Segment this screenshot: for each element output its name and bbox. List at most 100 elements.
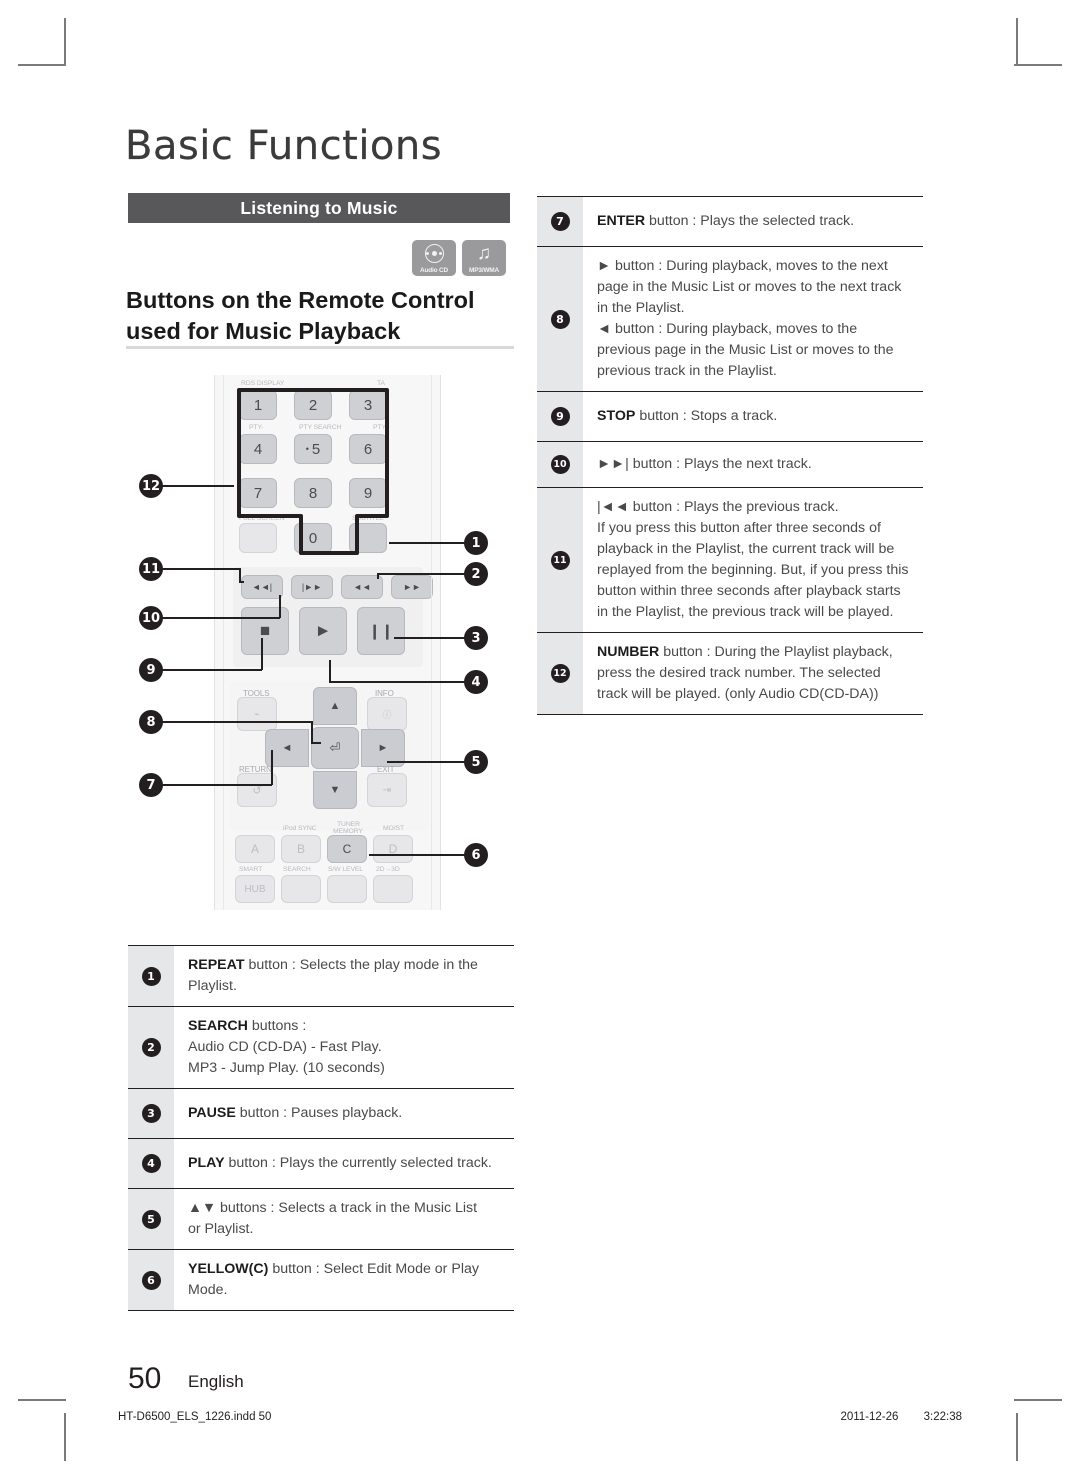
dpad-down-button[interactable]: ▼ (313, 771, 357, 809)
leader-1 (389, 542, 467, 544)
callout-12: 12 (139, 474, 163, 498)
number-group-outline (237, 388, 389, 555)
leader-9-v (261, 638, 263, 670)
page-title: Buttons on the Remote Control used for M… (126, 285, 516, 347)
dpad-up-button[interactable]: ▲ (313, 687, 357, 725)
table-row: 1 REPEAT button : Selects the play mode … (128, 945, 514, 1006)
leader-11 (162, 568, 240, 570)
remote-exit-button[interactable]: ⇥ (367, 773, 407, 807)
row-text: ►►| button : Plays the next track. (597, 456, 812, 472)
row-number: 3 (128, 1089, 174, 1138)
row-number: 2 (128, 1007, 174, 1088)
chapter-title: Basic Functions (125, 123, 443, 169)
remote-body: RDS DISPLAY TA PTY- PTY SEARCH PTY+ 1 2 … (214, 375, 441, 910)
row-text-bold: STOP (597, 408, 636, 424)
section-bar: Listening to Music (128, 193, 510, 223)
remote-hub-button[interactable]: HUB (235, 875, 275, 903)
page-title-line2: used for Music Playback (126, 318, 401, 344)
leader-8 (162, 721, 312, 723)
label-search: SEARCH (283, 866, 311, 873)
table-row: 2 SEARCH buttons : Audio CD (CD-DA) - Fa… (128, 1006, 514, 1088)
leader-3 (394, 637, 467, 639)
label-tuner-memory-2: MEMORY (333, 828, 363, 835)
label-ipod-sync: iPod SYNC (283, 825, 317, 832)
heading-divider (126, 346, 514, 349)
leader-11-b (239, 581, 244, 583)
table-row: 9 STOP button : Stops a track. (537, 391, 923, 441)
row-text-bold: YELLOW(C) (188, 1261, 269, 1277)
page-number: 50 (128, 1362, 162, 1395)
row-text: ► button : During playback, moves to the… (597, 258, 902, 379)
remote-tools-button[interactable]: ⌁ (237, 697, 277, 731)
remote-sw-level-button[interactable] (327, 875, 367, 903)
table-row: 5 ▲▼ buttons : Selects a track in the Mu… (128, 1188, 514, 1249)
crop-mark-top-right-h (1014, 64, 1062, 66)
callout-6: 6 (464, 843, 488, 867)
remote-control-diagram: RDS DISPLAY TA PTY- PTY SEARCH PTY+ 1 2 … (129, 370, 514, 915)
page-title-line1: Buttons on the Remote Control (126, 287, 475, 313)
footer-date: 2011-12-26 (840, 1411, 899, 1423)
crop-mark-bottom-left-h (18, 1399, 66, 1401)
remote-color-button-c[interactable]: C (327, 835, 367, 863)
crop-mark-top-right-v (1016, 18, 1018, 66)
footer-time: 3:22:38 (923, 1411, 962, 1423)
crop-mark-bottom-right-h (1014, 1399, 1062, 1401)
row-number: 8 (537, 247, 583, 391)
callout-9: 9 (139, 658, 163, 682)
row-text: |◄◄ button : Plays the previous track. I… (597, 499, 909, 620)
callout-4: 4 (464, 670, 488, 694)
row-text-bold: REPEAT (188, 957, 245, 973)
enter-icon: ⏎ (329, 740, 341, 755)
callout-8: 8 (139, 710, 163, 734)
badge-mp3-wma: ♫ MP3/WMA (462, 240, 506, 276)
leader-6 (369, 854, 467, 856)
music-note-icon: ♫ (476, 243, 492, 264)
row-number: 12 (537, 633, 583, 714)
leader-10-v (279, 595, 281, 618)
row-text: PAUSE button : Pauses playback. (188, 1105, 403, 1121)
row-text: STOP button : Stops a track. (597, 408, 778, 424)
label-tuner-memory-1: TUNER (337, 821, 360, 828)
leader-12 (162, 485, 234, 487)
row-text: REPEAT button : Selects the play mode in… (188, 957, 478, 994)
pause-icon: ❙❙ (368, 623, 394, 640)
manual-page: Basic Functions Listening to Music Audio… (0, 0, 1080, 1479)
table-row: 3 PAUSE button : Pauses playback. (128, 1088, 514, 1138)
remote-pause-button[interactable]: ❙❙ (357, 607, 405, 655)
row-text-bold: PAUSE (188, 1105, 236, 1121)
remote-color-button-a[interactable]: A (235, 835, 275, 863)
remote-stop-button[interactable]: ■ (241, 607, 289, 655)
badge-mp3-wma-label: MP3/WMA (468, 267, 499, 274)
remote-prev-track-button[interactable]: ◄◄| (241, 575, 283, 599)
play-icon: ► (314, 621, 332, 640)
callout-2: 2 (464, 562, 488, 586)
badge-audio-cd: Audio CD (412, 240, 456, 276)
callout-5: 5 (464, 750, 488, 774)
leader-10 (162, 617, 280, 619)
table-right: 7 ENTER button : Plays the selected trac… (537, 196, 923, 715)
section-bar-label: Listening to Music (240, 197, 398, 218)
leader-4 (329, 681, 467, 683)
remote-color-button-b[interactable]: B (281, 835, 321, 863)
row-text-bold: ENTER (597, 213, 646, 229)
remote-2d-3d-button[interactable] (373, 875, 413, 903)
remote-forward-search-button[interactable]: ►► (391, 575, 433, 599)
table-row: 7 ENTER button : Plays the selected trac… (537, 196, 923, 246)
crop-mark-bottom-right-v (1016, 1413, 1018, 1461)
remote-play-button[interactable]: ► (299, 607, 347, 655)
footer-filename: HT-D6500_ELS_1226.indd 50 (118, 1411, 272, 1423)
row-text: SEARCH buttons : Audio CD (CD-DA) - Fast… (188, 1018, 385, 1076)
page-language: English (188, 1372, 244, 1391)
leader-2 (377, 573, 467, 575)
remote-color-button-d[interactable]: D (373, 835, 413, 863)
callout-10: 10 (139, 606, 163, 630)
callout-7: 7 (139, 773, 163, 797)
row-text-bold: SEARCH (188, 1018, 248, 1034)
remote-search-button[interactable] (281, 875, 321, 903)
crop-mark-bottom-left-v (64, 1413, 66, 1461)
label-sw-level: S/W LEVEL (328, 866, 363, 873)
dpad-enter-button[interactable]: ⏎ (311, 727, 359, 769)
leader-5 (387, 761, 467, 763)
row-number: 1 (128, 946, 174, 1006)
remote-next-track-button[interactable]: |►► (291, 575, 333, 599)
